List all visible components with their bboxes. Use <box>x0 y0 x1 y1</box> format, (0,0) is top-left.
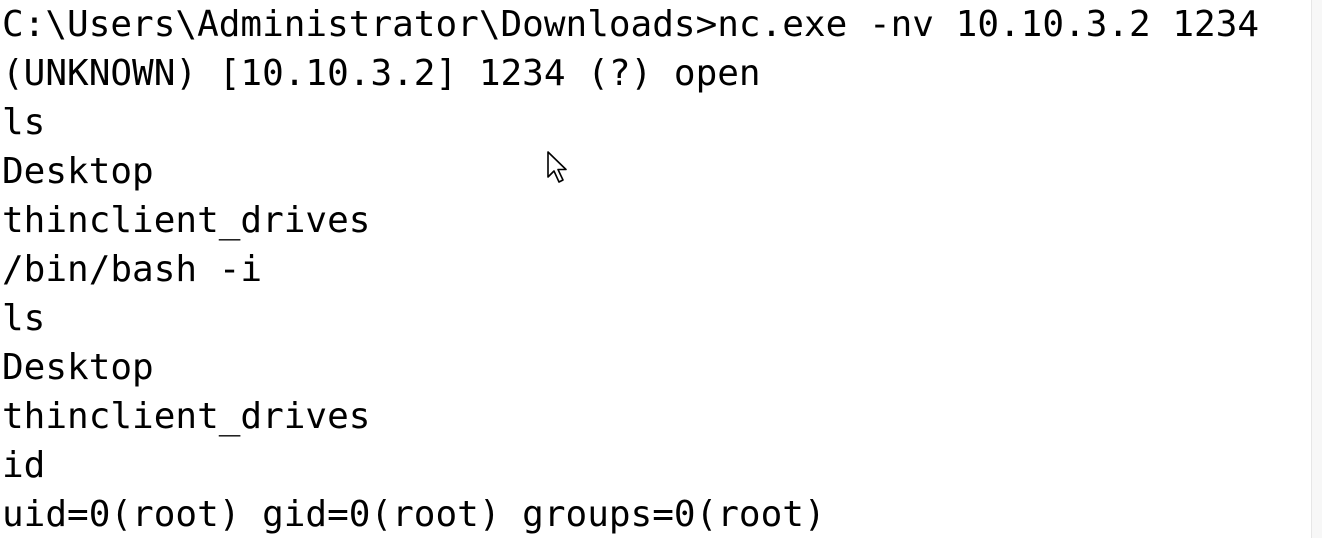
terminal-line-output: thinclient_drives <box>2 396 371 437</box>
terminal-line-command: /bin/bash -i <box>2 249 263 290</box>
terminal-line-output: Desktop <box>2 151 154 192</box>
terminal-window[interactable]: C:\Users\Administrator\Downloads>nc.exe … <box>0 0 1322 538</box>
terminal-line-command: ls <box>2 298 46 339</box>
terminal-line-command: id <box>2 445 46 486</box>
terminal-line-output: thinclient_drives <box>2 200 371 241</box>
terminal-line-command: C:\Users\Administrator\Downloads>nc.exe … <box>2 4 1260 45</box>
vertical-scrollbar[interactable] <box>1311 0 1322 538</box>
terminal-line-command: ls <box>2 102 46 143</box>
mouse-pointer-icon <box>547 151 567 183</box>
terminal-line-output: Desktop <box>2 347 154 388</box>
terminal-line-output: (UNKNOWN) [10.10.3.2] 1234 (?) open <box>2 53 761 94</box>
terminal-line-output: uid=0(root) gid=0(root) groups=0(root) <box>2 494 826 535</box>
